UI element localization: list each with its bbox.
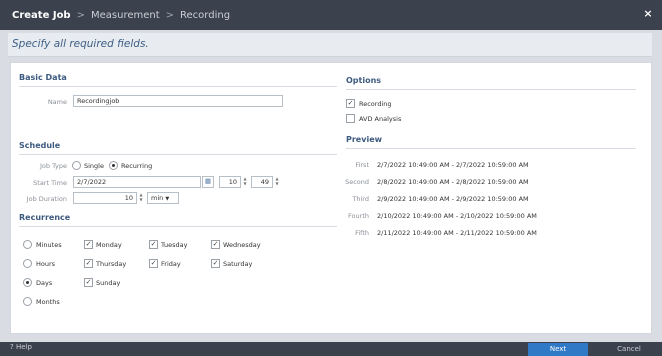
basic-data-heading: Basic Data [19,73,67,82]
section-divider [346,148,636,149]
hour-stepper[interactable]: ▲ ▼ [242,176,248,188]
period-hours-label: Hours [36,260,56,268]
options-heading: Options [346,76,382,85]
calendar-icon[interactable]: ▦ [202,176,214,188]
preview-label-third: Third [352,195,369,203]
period-minutes-radio[interactable] [23,240,32,249]
section-divider [19,154,337,155]
preview-heading: Preview [346,135,383,144]
close-icon[interactable]: × [642,8,654,20]
preview-value-third: 2/9/2022 10:49:00 AM - 2/9/2022 10:59:00… [377,195,529,203]
preview-label-fifth: Fifth [355,229,369,237]
tuesday-checkbox[interactable]: ✓ [149,240,158,249]
name-input[interactable]: Recordingjob [73,95,283,107]
job-type-single-label: Single [84,162,104,170]
friday-label: Friday [161,260,181,268]
section-divider [19,86,337,87]
start-hour-input[interactable]: 10 [219,176,241,188]
help-link[interactable]: ? Help [10,343,32,351]
sunday-label: Sunday [96,279,121,287]
breadcrumb-recording: Recording [180,9,231,21]
duration-input[interactable]: 10 [73,192,137,204]
start-time-label: Start Time [33,179,67,187]
recording-checkbox[interactable]: ✓ [346,99,355,108]
section-divider [346,89,636,90]
start-minute-input[interactable]: 49 [251,176,273,188]
period-minutes-label: Minutes [36,241,62,249]
friday-checkbox[interactable]: ✓ [149,259,158,268]
minute-stepper[interactable]: ▲ ▼ [274,176,280,188]
schedule-heading: Schedule [19,141,61,150]
breadcrumb-separator: > [76,9,85,21]
period-days-radio[interactable] [23,278,32,287]
duration-unit-select[interactable]: min ▼ [147,192,179,204]
title-bar: Create Job > Measurement > Recording × [0,0,662,30]
avd-analysis-checkbox[interactable] [346,114,355,123]
period-months-radio[interactable] [23,297,32,306]
breadcrumb-separator: > [165,9,175,21]
monday-label: Monday [96,241,122,249]
wednesday-checkbox[interactable]: ✓ [211,240,220,249]
instruction-text: Specify all required fields. [8,33,652,57]
sunday-checkbox[interactable]: ✓ [84,278,93,287]
thursday-checkbox[interactable]: ✓ [84,259,93,268]
job-type-recurring-label: Recurring [121,162,153,170]
breadcrumb-create-job: Create Job [12,9,71,21]
breadcrumb-measurement: Measurement [90,9,160,21]
next-button[interactable]: Next [528,343,588,356]
period-hours-radio[interactable] [23,259,32,268]
help-icon: ? [10,343,14,351]
saturday-checkbox[interactable]: ✓ [211,259,220,268]
wednesday-label: Wednesday [223,241,261,249]
monday-checkbox[interactable]: ✓ [84,240,93,249]
saturday-label: Saturday [223,260,253,268]
avd-analysis-label: AVD Analysis [359,115,402,123]
preview-value-second: 2/8/2022 10:49:00 AM - 2/8/2022 10:59:00… [377,178,529,186]
preview-value-fourth: 2/10/2022 10:49:00 AM - 2/10/2022 10:59:… [377,212,537,220]
chevron-down-icon: ▼ [165,196,170,202]
cancel-button[interactable]: Cancel [604,343,654,356]
name-label: Name [47,98,67,106]
preview-label-second: Second [345,178,369,186]
job-type-single-radio[interactable] [72,161,81,170]
recurrence-heading: Recurrence [19,213,71,222]
job-type-label: Job Type [39,162,67,170]
preview-value-fifth: 2/11/2022 10:49:00 AM - 2/11/2022 10:59:… [377,229,537,237]
preview-value-first: 2/7/2022 10:49:00 AM - 2/7/2022 10:59:00… [377,161,529,169]
duration-unit-value: min [151,194,164,202]
period-days-label: Days [36,279,53,287]
tuesday-label: Tuesday [161,241,188,249]
section-divider [19,226,337,227]
preview-label-fourth: Fourth [348,212,369,220]
form-panel: Basic Data Name Recordingjob Schedule Jo… [10,62,652,334]
job-type-recurring-radio[interactable] [109,161,118,170]
thursday-label: Thursday [96,260,127,268]
recording-label: Recording [359,100,392,108]
help-label: Help [15,343,32,351]
job-duration-label: Job Duration [26,195,67,203]
start-date-input[interactable]: 2/7/2022 [73,176,201,188]
duration-stepper[interactable]: ▲ ▼ [138,192,144,204]
period-months-label: Months [36,298,60,306]
preview-label-first: First [355,161,369,169]
